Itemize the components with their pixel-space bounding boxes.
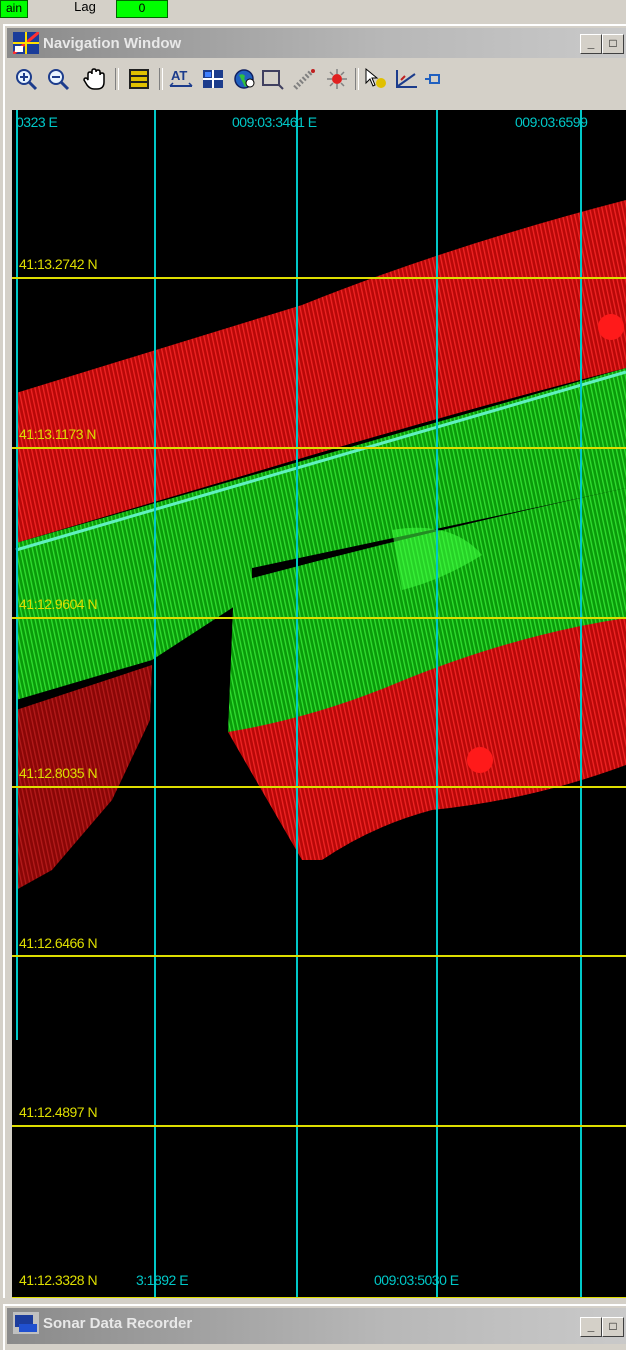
restore-button[interactable]: □: [602, 1317, 624, 1337]
window-title: Navigation Window: [43, 35, 182, 52]
latitude-label: 41:13.1173 N: [19, 426, 97, 442]
target-icon[interactable]: [323, 66, 351, 92]
latitude-label: 41:12.8035 N: [19, 765, 98, 781]
longitude-label: 009:03:5030 E: [374, 1272, 459, 1288]
latitude-label: 41:12.6466 N: [19, 935, 98, 951]
grid-icon[interactable]: [199, 66, 227, 92]
latitude-label: 41:12.4897 N: [19, 1104, 98, 1120]
lag-value: 0: [116, 0, 168, 18]
pan-hand-icon[interactable]: [81, 66, 109, 92]
swath-coverage-plot: [12, 110, 626, 1298]
mode-indicator: ain: [0, 0, 28, 18]
measure-icon[interactable]: [393, 66, 421, 92]
status-strip: ain Lag 0: [0, 0, 626, 20]
navigation-map[interactable]: 0323 E 009:03:3461 E 009:03:6599 41:13.2…: [12, 110, 626, 1298]
globe-icon[interactable]: [231, 66, 259, 92]
zoom-in-icon[interactable]: [13, 66, 41, 92]
select-rect-icon[interactable]: [259, 66, 287, 92]
navigation-window-titlebar[interactable]: Navigation Window _ □: [7, 28, 626, 58]
restore-button[interactable]: □: [602, 34, 624, 54]
longitude-label: 3:1892 E: [136, 1272, 189, 1288]
latitude-label: 41:13.2742 N: [19, 256, 98, 272]
navigation-app-icon: [13, 32, 39, 54]
target-marker[interactable]: [598, 314, 624, 340]
latitude-label: 41:12.9604 N: [19, 596, 98, 612]
longitude-label: 009:03:6599: [515, 114, 588, 130]
sonar-app-icon: [13, 1312, 39, 1334]
toolbar-separator: [355, 68, 359, 90]
sonar-recorder-window: Sonar Data Recorder _ □: [3, 1304, 626, 1350]
latitude-label: 41:12.3328 N: [19, 1272, 98, 1288]
zoom-out-icon[interactable]: [45, 66, 73, 92]
pointer-icon[interactable]: [361, 66, 389, 92]
lag-label: Lag: [60, 0, 110, 16]
toolbar-separator: [115, 68, 119, 90]
minimize-button[interactable]: _: [580, 1317, 602, 1337]
sonar-window-titlebar[interactable]: Sonar Data Recorder _ □: [7, 1308, 626, 1344]
annotation-text-icon[interactable]: AT: [167, 66, 195, 92]
toolbar-separator: [159, 68, 163, 90]
svg-text:AT: AT: [171, 68, 187, 83]
target-marker[interactable]: [467, 747, 493, 773]
window-title: Sonar Data Recorder: [43, 1315, 193, 1332]
marker-icon[interactable]: [421, 66, 449, 92]
minimize-button[interactable]: _: [580, 34, 602, 54]
map-toolbar: AT: [7, 62, 626, 96]
longitude-label: 0323 E: [16, 114, 58, 130]
longitude-label: 009:03:3461 E: [232, 114, 317, 130]
track-icon[interactable]: [291, 66, 319, 92]
layers-icon[interactable]: [125, 66, 153, 92]
